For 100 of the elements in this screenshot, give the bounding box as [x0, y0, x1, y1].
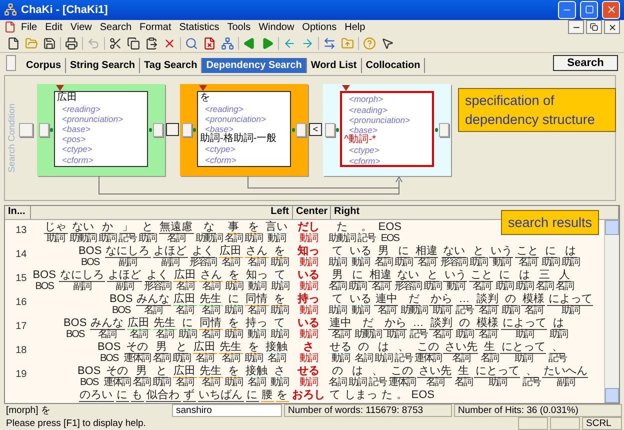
node-button[interactable] [438, 122, 449, 137]
morph-card[interactable]: <morph> <reading> <pronunciation> <base> ^動詞-* <ctype> <cform> [340, 91, 434, 168]
menu-item[interactable]: Format [136, 22, 174, 33]
token-word: から [429, 292, 454, 306]
node-button[interactable] [325, 122, 336, 137]
file-icon[interactable] [6, 36, 21, 51]
token-word: … [412, 316, 425, 330]
token-word: 先生 [198, 292, 223, 306]
menu-item[interactable]: File [18, 22, 40, 33]
scissors-icon[interactable] [108, 36, 123, 51]
link-button[interactable] [166, 123, 179, 136]
maximize-button[interactable] [580, 0, 598, 19]
token-word: に [181, 316, 194, 330]
token-word: さん [198, 268, 223, 282]
menu-item[interactable]: Window [256, 22, 298, 33]
tab[interactable]: Corpus [22, 58, 66, 73]
token-word: は [378, 340, 389, 353]
save-icon[interactable] [42, 36, 57, 51]
token-word: さ [273, 364, 286, 378]
pos-tag: 助詞 [541, 258, 560, 268]
token-word: なにしろ [58, 268, 105, 282]
token-word: 。 [360, 220, 373, 233]
card-field: <ctype> [57, 144, 145, 155]
pos-tag: 助詞 [488, 378, 506, 388]
token-word: いる [348, 244, 372, 258]
token-word: も [130, 388, 144, 402]
folder-icon[interactable] [340, 36, 355, 51]
node-button[interactable] [296, 122, 306, 137]
token-word: BOS [96, 340, 122, 354]
document-icon[interactable] [202, 36, 217, 51]
search-icon[interactable] [184, 36, 199, 51]
minimize-button[interactable] [568, 20, 584, 34]
card-field: <reading> [344, 104, 430, 115]
token-word: から [383, 316, 408, 330]
menu-item[interactable]: Help [342, 22, 368, 33]
token-word: 談判 [429, 316, 454, 330]
pos-tag: 名詞 [202, 330, 220, 340]
context-help-icon[interactable] [380, 36, 395, 51]
token-word: いる [348, 292, 372, 306]
node-button[interactable] [39, 122, 50, 137]
close-button[interactable] [604, 20, 620, 34]
column-header[interactable]: In... [5, 206, 31, 219]
printer-icon[interactable] [64, 36, 79, 51]
restore-button[interactable] [586, 20, 602, 34]
pos-tag: 動詞 [351, 258, 370, 268]
center-word: さ [302, 340, 314, 353]
pos-tag: 動詞 [331, 354, 350, 364]
pos-tag: 名詞 [374, 258, 392, 268]
node-button[interactable] [152, 122, 163, 137]
menu-item[interactable]: Options [299, 22, 340, 33]
pos-tag: 助詞 [423, 282, 442, 292]
tab[interactable]: Dependency Search [202, 58, 307, 73]
token-word: なにしろ [104, 244, 151, 258]
node-button[interactable] [182, 122, 192, 137]
pos-tag: 名詞 [478, 330, 496, 340]
pos-tag: 助詞 [244, 234, 263, 244]
card-field: <morph> [344, 94, 430, 105]
tab[interactable]: Collocation [362, 58, 426, 73]
token-word: を [273, 244, 286, 258]
token-word: か [101, 220, 114, 234]
port-icon [193, 128, 196, 132]
menu-item[interactable]: Edit [42, 22, 66, 33]
back-icon[interactable] [242, 36, 257, 51]
morph-card[interactable]: を <reading> <pronunciation> <base> 助詞-格助詞-一般 <ctype> <cform> [197, 91, 291, 168]
column-header[interactable]: Left [31, 206, 293, 219]
undo-icon[interactable] [86, 36, 101, 51]
document-icon [4, 21, 16, 34]
status-pane [518, 417, 548, 430]
menu-item[interactable]: Search [96, 22, 135, 33]
token-word: 同情 [244, 292, 269, 306]
column-header[interactable]: Center [293, 206, 331, 219]
token-word: 接触 [264, 340, 289, 354]
scroll-down-icon[interactable] [605, 388, 619, 404]
status-text: [morph] を [5, 404, 52, 418]
menu-item[interactable]: Tools [224, 22, 254, 33]
token-word: BOS [62, 316, 88, 330]
token-word: を [227, 316, 240, 330]
pos-tag: 名詞 [480, 354, 498, 364]
scrollbar[interactable] [604, 220, 619, 404]
token-word: 先生 [198, 364, 223, 378]
pos-tag: 名詞 [176, 306, 194, 316]
swap-icon[interactable] [322, 36, 337, 51]
tab[interactable]: Word List [306, 58, 362, 73]
pos-tag: 記号 [522, 378, 540, 388]
add-node-button[interactable] [19, 122, 33, 137]
token-word: 広田 [218, 244, 243, 258]
pos-tag: 副詞 [556, 378, 574, 388]
pos-tag: 助詞 [172, 354, 191, 364]
link-button[interactable]: < [309, 123, 322, 136]
tree-icon[interactable] [220, 36, 235, 51]
morph-card[interactable]: 広田 <reading> <pronunciation> <base> <pos> <ctype> <cform> [54, 91, 148, 168]
menu-item[interactable]: Statistics [176, 22, 222, 33]
search-button[interactable]: Search [553, 54, 618, 71]
tab[interactable]: String Search [66, 58, 140, 73]
copy-icon[interactable] [126, 36, 141, 51]
paste-icon[interactable] [144, 36, 159, 51]
card-field: 広田 [57, 93, 145, 104]
token-word: の [356, 340, 369, 353]
forward-icon[interactable] [260, 36, 275, 51]
menu-item[interactable]: View [67, 22, 95, 33]
